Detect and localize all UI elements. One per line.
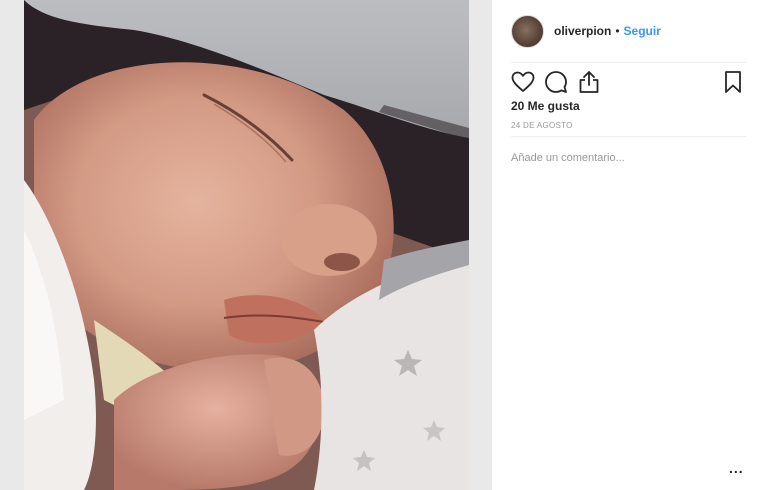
comment-input[interactable]: Añade un comentario... — [511, 152, 747, 168]
username-link[interactable]: oliverpion — [554, 24, 611, 38]
like-count[interactable]: 20 Me gusta — [511, 99, 580, 113]
post-date[interactable]: 24 DE AGOSTO — [511, 121, 573, 130]
post-header: oliverpion • Seguir — [511, 14, 747, 48]
separator-dot: • — [615, 24, 620, 38]
heart-icon[interactable] — [511, 70, 535, 94]
page-backdrop — [0, 0, 24, 490]
follow-button[interactable]: Seguir — [624, 24, 661, 38]
avatar[interactable] — [511, 14, 544, 48]
bookmark-icon[interactable] — [721, 70, 745, 94]
comment-divider — [511, 136, 746, 137]
post-photo[interactable] — [24, 0, 469, 490]
newborn-photo — [24, 0, 469, 490]
post-side-panel: oliverpion • Seguir 20 Me gusta 24 DE AG… — [492, 0, 768, 490]
more-options-icon[interactable]: ... — [729, 460, 747, 476]
comment-bubble-icon[interactable] — [544, 70, 568, 94]
action-bar — [511, 70, 747, 96]
header-divider — [511, 62, 746, 63]
share-icon[interactable] — [577, 70, 601, 94]
photo-gutter — [469, 0, 492, 490]
